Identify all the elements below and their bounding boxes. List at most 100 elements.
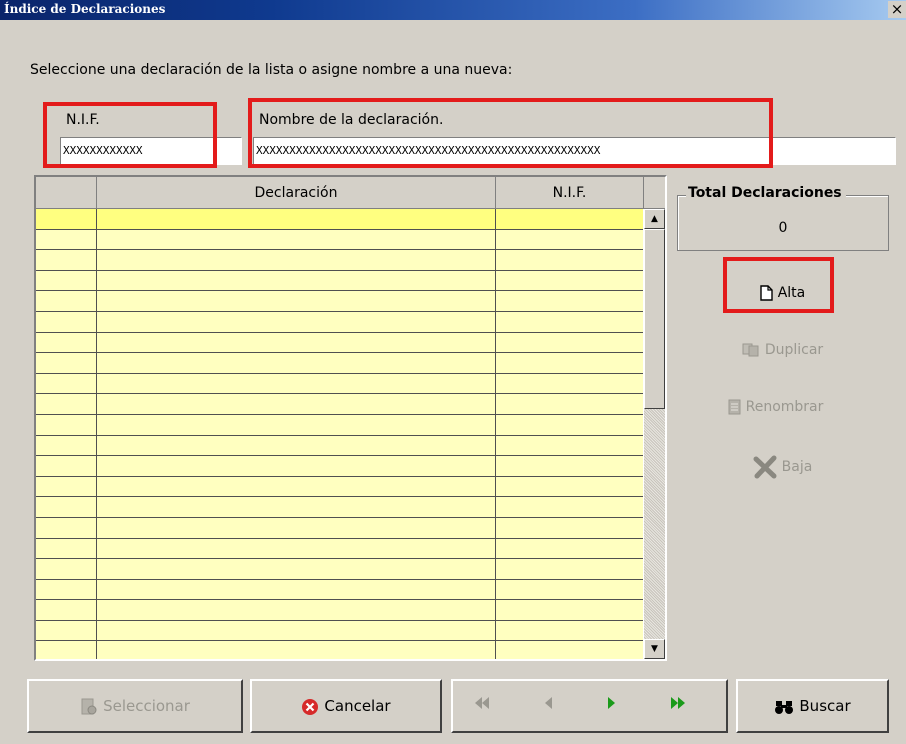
- row-divider: [495, 497, 496, 517]
- table-row[interactable]: [36, 373, 643, 395]
- table-row[interactable]: [36, 209, 643, 230]
- row-divider: [96, 620, 97, 641]
- row-divider: [96, 538, 97, 559]
- declarations-table: Declaración N.I.F. ▲ ▼: [34, 175, 667, 661]
- row-divider: [495, 373, 496, 394]
- baja-button[interactable]: Baja: [730, 450, 835, 484]
- cancelar-label: Cancelar: [324, 697, 391, 715]
- row-divider: [96, 270, 97, 291]
- duplicar-label: Duplicar: [764, 342, 824, 358]
- dialog-window: Índice de Declaraciones × Seleccione una…: [0, 0, 906, 744]
- record-navigation: [451, 679, 728, 733]
- row-divider: [495, 517, 496, 538]
- row-divider: [495, 456, 496, 476]
- table-row[interactable]: [36, 456, 643, 477]
- row-divider: [96, 209, 97, 229]
- duplicar-button[interactable]: Duplicar: [730, 333, 835, 367]
- row-divider: [495, 209, 496, 229]
- table-row[interactable]: [36, 332, 643, 354]
- row-divider: [495, 414, 496, 435]
- table-row[interactable]: [36, 353, 643, 374]
- table-row[interactable]: [36, 641, 643, 659]
- row-divider: [96, 456, 97, 476]
- row-divider: [96, 414, 97, 435]
- delete-x-icon: [753, 455, 777, 479]
- table-row[interactable]: [36, 394, 643, 415]
- column-header-index[interactable]: [36, 177, 97, 209]
- row-divider: [495, 620, 496, 641]
- copy-icon: [742, 343, 759, 357]
- row-divider: [495, 641, 496, 659]
- row-divider: [495, 353, 496, 373]
- scroll-thumb[interactable]: [644, 229, 665, 409]
- table-row[interactable]: [36, 311, 643, 333]
- column-header-nif[interactable]: N.I.F.: [496, 177, 644, 209]
- table-row[interactable]: [36, 600, 643, 621]
- table-body[interactable]: [36, 209, 643, 659]
- table-row[interactable]: [36, 270, 643, 292]
- instruction-text: Seleccione una declaración de la lista o…: [30, 62, 513, 78]
- title-bar: Índice de Declaraciones ×: [0, 0, 906, 20]
- row-divider: [96, 291, 97, 311]
- table-row[interactable]: [36, 291, 643, 312]
- table-row[interactable]: [36, 620, 643, 642]
- row-divider: [96, 517, 97, 538]
- table-row[interactable]: [36, 250, 643, 271]
- table-row[interactable]: [36, 517, 643, 539]
- table-row[interactable]: [36, 414, 643, 436]
- row-divider: [495, 476, 496, 497]
- column-header-corner: [644, 177, 665, 209]
- total-declaraciones-title: Total Declaraciones: [686, 185, 846, 201]
- baja-label: Baja: [781, 459, 813, 475]
- rename-icon: [728, 399, 741, 415]
- table-row[interactable]: [36, 579, 643, 601]
- scroll-down-icon[interactable]: ▼: [644, 639, 665, 659]
- row-divider: [96, 394, 97, 414]
- buscar-button[interactable]: Buscar: [736, 679, 889, 733]
- highlight-box-nombre: [248, 98, 773, 168]
- table-row[interactable]: [36, 229, 643, 251]
- buscar-label: Buscar: [799, 697, 851, 715]
- renombrar-label: Renombrar: [745, 399, 824, 415]
- table-row[interactable]: [36, 559, 643, 580]
- row-divider: [495, 538, 496, 559]
- row-divider: [96, 353, 97, 373]
- binoculars-icon: [775, 700, 794, 714]
- row-divider: [96, 332, 97, 353]
- highlight-box-alta: [723, 257, 834, 313]
- scroll-up-icon[interactable]: ▲: [644, 209, 665, 229]
- row-divider: [495, 394, 496, 414]
- row-divider: [96, 250, 97, 270]
- table-row[interactable]: [36, 538, 643, 560]
- column-header-declaracion[interactable]: Declaración: [97, 177, 496, 209]
- renombrar-button[interactable]: Renombrar: [723, 390, 828, 424]
- close-icon[interactable]: ×: [888, 1, 906, 18]
- row-divider: [495, 559, 496, 579]
- cancelar-button[interactable]: Cancelar: [250, 679, 442, 733]
- cancel-icon: [302, 698, 319, 715]
- row-divider: [495, 229, 496, 250]
- first-icon[interactable]: [471, 695, 493, 717]
- row-divider: [495, 435, 496, 456]
- window-title: Índice de Declaraciones: [4, 2, 166, 16]
- next-icon[interactable]: [601, 695, 623, 717]
- row-divider: [96, 600, 97, 620]
- table-row[interactable]: [36, 497, 643, 518]
- row-divider: [495, 600, 496, 620]
- row-divider: [96, 476, 97, 497]
- prev-icon[interactable]: [537, 695, 559, 717]
- total-declaraciones-group: Total Declaraciones 0: [677, 185, 889, 251]
- seleccionar-button[interactable]: Seleccionar: [27, 679, 243, 733]
- vertical-scrollbar[interactable]: ▲ ▼: [644, 209, 665, 659]
- total-declaraciones-value: 0: [778, 220, 788, 236]
- row-divider: [96, 229, 97, 250]
- row-divider: [96, 435, 97, 456]
- table-row[interactable]: [36, 476, 643, 498]
- table-row[interactable]: [36, 435, 643, 457]
- select-icon: [81, 698, 97, 714]
- row-divider: [495, 579, 496, 600]
- last-icon[interactable]: [667, 695, 689, 717]
- row-divider: [96, 641, 97, 659]
- row-divider: [495, 311, 496, 332]
- row-divider: [495, 250, 496, 270]
